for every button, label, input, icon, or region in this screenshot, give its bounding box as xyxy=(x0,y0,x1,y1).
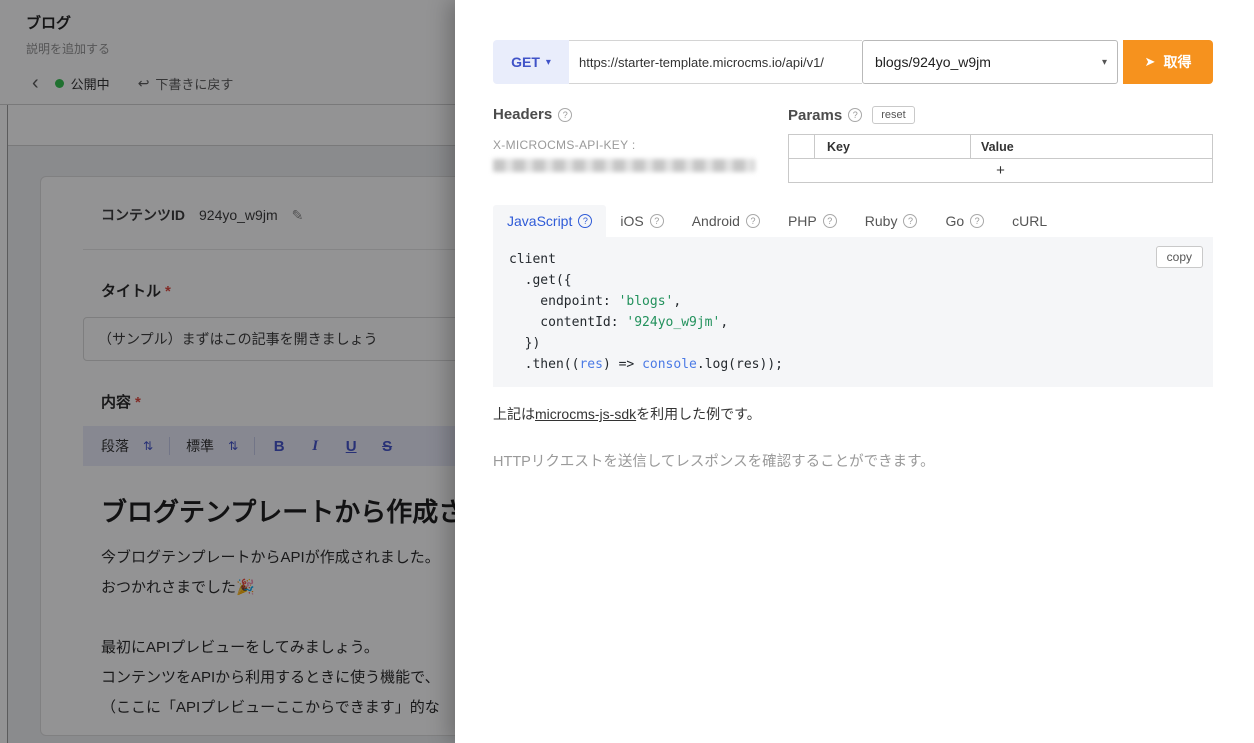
tab-ios[interactable]: iOS? xyxy=(606,205,677,237)
tab-label: cURL xyxy=(1012,213,1047,229)
code-block: copy client .get({ endpoint: 'blogs', co… xyxy=(493,237,1213,387)
help-icon[interactable]: ? xyxy=(650,214,664,228)
help-icon[interactable]: ? xyxy=(970,214,984,228)
tab-label: JavaScript xyxy=(507,213,572,229)
params-checkbox-column xyxy=(789,135,815,158)
code-line: client xyxy=(509,249,1197,270)
params-table: Key Value + xyxy=(788,134,1213,183)
tab-label: Ruby xyxy=(865,213,898,229)
code-line: }) xyxy=(509,333,1197,354)
tab-label: Android xyxy=(692,213,740,229)
params-key-header: Key xyxy=(815,135,971,158)
tab-ruby[interactable]: Ruby? xyxy=(851,205,932,237)
tab-php[interactable]: PHP? xyxy=(774,205,851,237)
help-icon[interactable]: ? xyxy=(746,214,760,228)
api-preview-panel: GET ▾ https://starter-template.microcms.… xyxy=(455,0,1254,743)
tab-javascript[interactable]: JavaScript? xyxy=(493,205,606,237)
help-icon[interactable]: ? xyxy=(578,214,592,228)
tab-go[interactable]: Go? xyxy=(931,205,998,237)
help-icon[interactable]: ? xyxy=(823,214,837,228)
endpoint-select[interactable]: blogs/924yo_w9jm ▾ xyxy=(862,40,1118,84)
params-title: Params xyxy=(788,107,842,124)
code-content: client .get({ endpoint: 'blogs', content… xyxy=(509,249,1197,375)
method-select[interactable]: GET ▾ xyxy=(493,40,569,84)
tab-android[interactable]: Android? xyxy=(678,205,774,237)
sdk-note: 上記はmicrocms-js-sdkを利用した例です。 xyxy=(493,404,1216,424)
help-icon[interactable]: ? xyxy=(558,108,572,122)
method-label: GET xyxy=(511,54,540,70)
api-key-label: X-MICROCMS-API-KEY : xyxy=(493,138,788,152)
fetch-label: 取得 xyxy=(1163,52,1191,72)
headers-title: Headers xyxy=(493,106,552,123)
help-icon[interactable]: ? xyxy=(848,108,862,122)
help-icon[interactable]: ? xyxy=(903,214,917,228)
code-line: contentId: '924yo_w9jm', xyxy=(509,312,1197,333)
tab-label: PHP xyxy=(788,213,817,229)
tab-curl[interactable]: cURL xyxy=(998,205,1061,237)
reset-button[interactable]: reset xyxy=(872,106,914,124)
tab-label: iOS xyxy=(620,213,643,229)
http-description: HTTPリクエストを送信してレスポンスを確認することができます。 xyxy=(493,450,1216,471)
params-value-header: Value xyxy=(971,135,1212,158)
base-url: https://starter-template.microcms.io/api… xyxy=(569,40,862,84)
code-language-tabs: JavaScript?iOS?Android?PHP?Ruby?Go?cURL xyxy=(493,205,1216,237)
copy-button[interactable]: copy xyxy=(1156,246,1203,268)
chevron-down-icon: ▾ xyxy=(1102,57,1107,68)
code-line: .then((res) => console.log(res)); xyxy=(509,354,1197,375)
api-key-redacted-value xyxy=(493,159,755,172)
request-bar: GET ▾ https://starter-template.microcms.… xyxy=(493,40,1213,84)
send-icon: ➤ xyxy=(1145,54,1156,70)
add-param-button[interactable]: + xyxy=(789,159,1212,182)
code-line: .get({ xyxy=(509,270,1197,291)
params-section: Params ? reset Key Value + xyxy=(788,106,1213,183)
headers-section: Headers ? X-MICROCMS-API-KEY : xyxy=(493,106,788,183)
chevron-down-icon: ▾ xyxy=(546,57,551,68)
tab-label: Go xyxy=(945,213,964,229)
endpoint-value: blogs/924yo_w9jm xyxy=(875,54,991,70)
sdk-link[interactable]: microcms-js-sdk xyxy=(535,406,636,422)
code-line: endpoint: 'blogs', xyxy=(509,291,1197,312)
fetch-button[interactable]: ➤ 取得 xyxy=(1123,40,1213,84)
